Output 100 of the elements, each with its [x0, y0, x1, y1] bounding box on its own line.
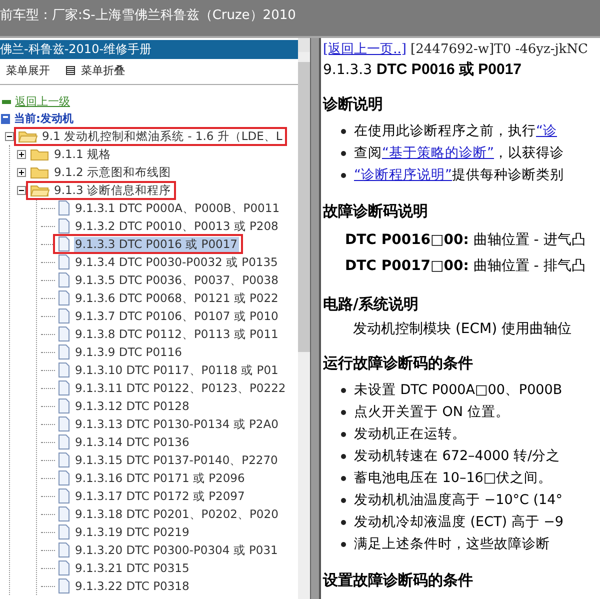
bullet-icon: [341, 388, 346, 392]
section-heading: 诊断说明: [323, 95, 384, 114]
bullet-text: 发动机机油温度高于 −10°C (14°: [354, 491, 562, 509]
page-icon: [57, 362, 71, 378]
bullet-text: 发动机冷却液温度 (ECT) 高于 −9: [354, 513, 564, 531]
collapse-menu-button[interactable]: 菜单折叠: [81, 63, 125, 78]
tree-item[interactable]: 9.1.3.15 DTC P0137-P0140、P2270: [74, 452, 279, 468]
bullet-icon: [341, 172, 346, 178]
code-description: DTC P0017□00: 曲轴位置 - 排气凸: [344, 257, 586, 276]
tree-item[interactable]: 9.1.3.22 DTC P0318: [74, 579, 190, 593]
section-heading: 故障诊断码说明: [323, 202, 429, 221]
bullet-text: 在使用此诊断程序之前，执行“诊: [354, 122, 557, 140]
tree-item[interactable]: 9.1 发动机控制和燃油系统 - 1.6 升（LDE、L: [41, 128, 284, 144]
document-id: [2447692-w]T0 -46yz-jkNC: [410, 42, 588, 57]
tree-item[interactable]: 9.1.3.12 DTC P0128: [74, 399, 190, 413]
folder-icon: [30, 183, 50, 197]
folder-icon: [30, 147, 50, 161]
page-icon: [57, 416, 71, 432]
tree-item[interactable]: 9.1.1 规格: [53, 146, 112, 162]
bullet-text: 未设置 DTC P000A□00、P000B: [354, 381, 562, 399]
section-heading: 运行故障诊断码的条件: [323, 354, 474, 373]
page-icon: [57, 524, 71, 540]
bullet-icon: [341, 432, 346, 436]
tree-item[interactable]: 9.1.3.20 DTC P0300-P0304 或 P031: [74, 542, 279, 558]
tree-item[interactable]: 9.1.3.7 DTC P0106、P0107 或 P010: [74, 308, 280, 324]
page-icon: [57, 560, 71, 576]
tree-item[interactable]: 9.1.3.19 DTC P0219: [74, 525, 190, 539]
collapse-toggle[interactable]: [5, 132, 14, 140]
tree-item[interactable]: 9.1.3.8 DTC P0112、P0113 或 P011: [74, 326, 280, 342]
link[interactable]: “诊断程序说明”: [354, 167, 452, 183]
list-icon: [66, 66, 75, 75]
scrollbar[interactable]: [298, 38, 310, 599]
vehicle-title: 前车型：厂家:S-上海雪佛兰科鲁兹（Cruze）2010: [0, 7, 296, 24]
page-icon: [57, 308, 71, 324]
tree-item[interactable]: 9.1.3.18 DTC P0201、P0202、P020: [74, 506, 280, 522]
bullet-text: 蓄电池电压在 10–16□伏之间。: [354, 469, 552, 487]
tree-item[interactable]: 9.1.2 示意图和布线图: [53, 164, 172, 180]
tree-item[interactable]: 9.1.3.3 DTC P0016 或 P0017: [74, 236, 238, 252]
page-icon: [57, 506, 71, 522]
bullet-text: 查阅“基于策略的诊断”，以获得诊: [354, 144, 564, 162]
bullet-icon: [341, 410, 346, 414]
bullet-text: “诊断程序说明”提供每种诊断类别: [354, 166, 564, 184]
page-icon: [57, 290, 71, 306]
page-icon: [57, 434, 71, 450]
bullet-icon: [341, 542, 346, 546]
bullet-icon: [341, 520, 346, 524]
tree-item[interactable]: 9.1.3.10 DTC P0117、P0118 或 P01: [74, 362, 280, 378]
section-heading: 电路/系统说明: [323, 295, 420, 314]
folder-icon: [30, 165, 50, 179]
tree-item[interactable]: 9.1.3.9 DTC P0116: [74, 345, 183, 359]
section-heading: 设置故障诊断码的条件: [323, 571, 474, 590]
bullet-icon: [341, 498, 346, 502]
bullet-text: 发动机正在运转。: [354, 425, 466, 443]
expand-toggle[interactable]: [17, 168, 26, 176]
tree-item[interactable]: 9.1.3.6 DTC P0068、P0121 或 P022: [74, 290, 280, 306]
link[interactable]: “基于策略的诊断”: [382, 145, 494, 161]
current-location: 当前:发动机: [14, 111, 74, 126]
bullet-icon: [341, 128, 346, 134]
tree-item[interactable]: 9.1.3.2 DTC P0010、P0013 或 P208: [74, 218, 280, 234]
back-icon: [2, 100, 11, 104]
page-icon: [57, 272, 71, 288]
tree-item[interactable]: 9.1.3 诊断信息和程序: [53, 182, 172, 198]
bullet-text: 满足上述条件时，这些故障诊断: [354, 535, 550, 553]
page-icon: [57, 218, 71, 234]
page-icon: [57, 470, 71, 486]
collapse-toggle[interactable]: [17, 186, 26, 194]
page-icon: [57, 200, 71, 216]
link[interactable]: “诊: [536, 123, 557, 139]
page-icon: [57, 326, 71, 342]
manual-title: 佛兰-科鲁兹-2010-维修手册: [0, 40, 298, 59]
page-icon: [57, 452, 71, 468]
page-icon: [57, 488, 71, 504]
page-icon: [57, 236, 71, 252]
tree-item[interactable]: 9.1.3.11 DTC P0122、P0123、P0222: [74, 380, 287, 396]
tree-item[interactable]: 9.1.3.1 DTC P000A、P000B、P0011: [74, 200, 281, 216]
bullet-text: 点火开关置于 ON 位置。: [354, 403, 510, 421]
back-link[interactable]: [返回上一页..]: [323, 42, 406, 57]
tree-item[interactable]: 9.1.3.17 DTC P0172 或 P2097: [74, 488, 246, 504]
tree-item[interactable]: 9.1.3.14 DTC P0136: [74, 435, 190, 449]
tree-item[interactable]: 9.1.3.4 DTC P0030-P0032 或 P0135: [74, 254, 279, 270]
paragraph: 发动机控制模块 (ECM) 使用曲轴位: [352, 320, 573, 338]
page-icon: [57, 398, 71, 414]
tree-item[interactable]: 9.1.3.5 DTC P0036、P0037、P0038: [74, 272, 280, 288]
expand-menu-button[interactable]: 菜单展开: [6, 63, 50, 78]
page-icon: [57, 542, 71, 558]
back-link[interactable]: 返回上一级: [15, 94, 70, 109]
bullet-icon: [341, 454, 346, 458]
page-icon: [57, 254, 71, 270]
page-icon: [57, 380, 71, 396]
expand-toggle[interactable]: [17, 150, 26, 158]
bullet-text: 发动机转速在 672–4000 转/分之: [354, 447, 560, 465]
tree-item[interactable]: 9.1.3.21 DTC P0315: [74, 561, 190, 575]
document-title: 9.1.3.3 DTC P0016 或 P0017: [323, 60, 523, 79]
bullet-icon: [341, 150, 346, 156]
tree-item[interactable]: 9.1.3.16 DTC P0171 或 P2096: [74, 470, 246, 486]
bullet-icon: [341, 476, 346, 480]
code-description: DTC P0016□00: 曲轴位置 - 进气凸: [344, 231, 586, 250]
tree-item[interactable]: 9.1.3.13 DTC P0130-P0134 或 P2A0: [74, 416, 280, 432]
page-icon: [57, 578, 71, 594]
page-icon: [57, 344, 71, 360]
